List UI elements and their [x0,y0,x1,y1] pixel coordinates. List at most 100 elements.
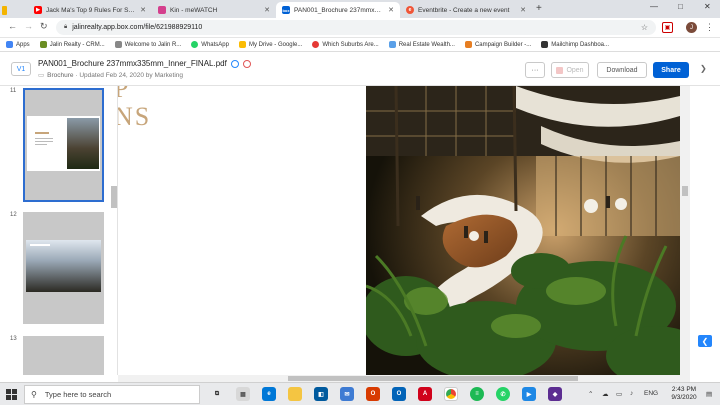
mailchimp-icon [541,41,549,48]
bookmark-google-drive[interactable]: My Drive - Google... [238,41,302,48]
maximize-button[interactable]: □ [678,2,683,11]
page-icon [114,41,122,48]
youtube-icon: ▶ [34,6,42,14]
box-icon: box [282,6,290,14]
download-button[interactable]: Download [597,62,647,78]
clock-icon[interactable] [242,59,251,68]
mewatch-icon [158,6,166,14]
bookmark-mailchimp[interactable]: Mailchimp Dashboa... [541,41,609,48]
box-file-header: V1 PAN001_Brochure 237mmx335mm_Inner_FIN… [0,52,720,86]
version-badge[interactable]: V1 [11,62,31,76]
tab-eventbrite[interactable]: e Eventbrite - Create a new event ✕ [400,2,532,18]
avatar[interactable]: J [686,22,697,33]
folder-icon: ▭ [38,72,45,79]
tab-box-brochure[interactable]: box PAN001_Brochure 237mmx335m ✕ [276,2,400,18]
mail-icon[interactable]: ✉ [340,387,354,401]
collab-icon[interactable] [230,59,239,68]
thumbnail-page-11[interactable] [23,88,104,202]
more-options-button[interactable]: ··· [525,62,545,78]
page-number: 12 [10,212,17,218]
chrome-icon[interactable] [444,387,458,401]
notifications-icon[interactable]: ▤ [706,390,712,398]
bookmark-apps[interactable]: Apps [6,41,30,48]
thumbnail-page-13[interactable] [23,336,104,375]
page-number: 11 [10,88,17,94]
sidebar-toggle-icon[interactable]: ❯ [700,64,707,73]
outlook-icon[interactable]: O [392,387,406,401]
browser-tab-strip: ▶ Jack Ma's Top 9 Rules For Succes ✕ Kin… [0,0,720,18]
acrobat-icon[interactable]: A [418,387,432,401]
url-input[interactable]: 🔒︎ jalinrealty.app.box.com/file/62198892… [56,20,656,35]
tab-jack-ma[interactable]: ▶ Jack Ma's Top 9 Rules For Succes ✕ [28,2,152,18]
address-bar-row: ← → ↻ 🔒︎ jalinrealty.app.box.com/file/62… [0,18,720,38]
close-window-button[interactable]: ✕ [704,2,711,11]
scrollbar-thumb[interactable] [288,376,578,381]
thumbnail-scrollbar[interactable] [111,186,117,208]
volume-icon[interactable]: ♪ [630,390,633,397]
document-viewer: P NS [118,86,690,375]
heading-fragment: NS [118,102,152,131]
bookmark-jalin-crm[interactable]: Jalin Realty - CRM... [39,41,105,48]
search-icon: ⚲ [31,390,37,399]
thumbnail-panel: 11 12 13 [0,86,118,375]
taskbar-clock[interactable]: 2:43 PM 9/3/2020 [664,386,704,402]
store-icon[interactable]: ◧ [314,387,328,401]
calculator-icon[interactable]: ▦ [236,387,250,401]
close-icon[interactable]: ✕ [140,6,146,14]
tab-overflow-icon[interactable] [2,2,8,18]
folder-link[interactable]: Brochure [47,72,73,79]
expand-panel-icon[interactable]: ❮ [698,335,712,347]
file-explorer-icon[interactable] [288,387,302,401]
file-title: PAN001_Brochure 237mmx335mm_Inner_FINAL.… [38,59,251,68]
document-horizontal-scrollbar[interactable] [118,375,690,382]
file-subtitle: ▭ Brochure · Updated Feb 24, 2020 by Mark… [38,72,184,79]
bookmark-welcome-jalin[interactable]: Welcome to Jalin R... [114,41,181,48]
tab-mewatch[interactable]: Kin - meWATCH ✕ [152,2,276,18]
language-indicator[interactable]: ENG [644,390,658,397]
show-hidden-icons-icon[interactable]: ⌃ [588,390,593,398]
page-number: 13 [10,336,17,342]
bookmark-campaign-builder[interactable]: Campaign Builder -... [464,41,531,48]
whatsapp-icon [191,41,199,48]
task-view-icon[interactable]: ⧉ [210,387,224,401]
battery-icon[interactable]: ▭ [616,390,622,398]
onedrive-icon[interactable]: ☁ [602,390,609,398]
lock-icon: 🔒︎ [64,24,68,30]
back-icon[interactable]: ← [8,21,17,31]
spotify-icon[interactable]: ≡ [470,387,484,401]
close-icon[interactable]: ✕ [388,6,394,14]
office-icon[interactable]: O [366,387,380,401]
taskbar-search-input[interactable]: ⚲ Type here to search [24,385,200,404]
open-app-icon [556,66,564,74]
bookmarks-bar: Apps Jalin Realty - CRM... Welcome to Ja… [0,38,720,52]
app-icon[interactable]: ◆ [548,387,562,401]
open-button[interactable]: Open [551,62,589,78]
jalin-icon [39,41,47,48]
windows-start-icon[interactable] [6,389,17,400]
whatsapp-icon[interactable]: ✆ [496,387,510,401]
architectural-rendering-image [366,86,680,375]
reload-icon[interactable]: ↻ [40,21,48,32]
windows-taskbar: ⚲ Type here to search ⧉ ▦ e ◧ ✉ O O A ≡ … [0,382,720,405]
share-button[interactable]: Share [653,62,689,78]
new-tab-button[interactable]: + [536,3,542,14]
close-icon[interactable]: ✕ [520,6,526,14]
edge-icon[interactable]: e [262,387,276,401]
document-vertical-scrollbar[interactable] [680,86,690,375]
thumbnail-page-12[interactable] [23,212,104,324]
campaign-icon [464,41,472,48]
bookmark-suburbs[interactable]: Which Suburbs Are... [312,41,379,48]
minimize-button[interactable]: — [650,2,658,11]
scrollbar-thumb[interactable] [682,186,688,196]
google-drive-icon [238,41,246,48]
bookmark-real-estate-wealth[interactable]: Real Estate Wealth... [388,41,455,48]
close-icon[interactable]: ✕ [264,6,270,14]
opera-icon [312,41,320,48]
app-icon[interactable]: ▶ [522,387,536,401]
forward-icon[interactable]: → [24,21,33,31]
apps-grid-icon [6,41,13,48]
bookmark-whatsapp[interactable]: WhatsApp [191,41,229,48]
bookmark-star-icon[interactable]: ☆ [641,23,648,32]
menu-kebab-icon[interactable]: ⋮ [704,22,715,33]
extension-icon[interactable]: ▣ [662,22,673,33]
